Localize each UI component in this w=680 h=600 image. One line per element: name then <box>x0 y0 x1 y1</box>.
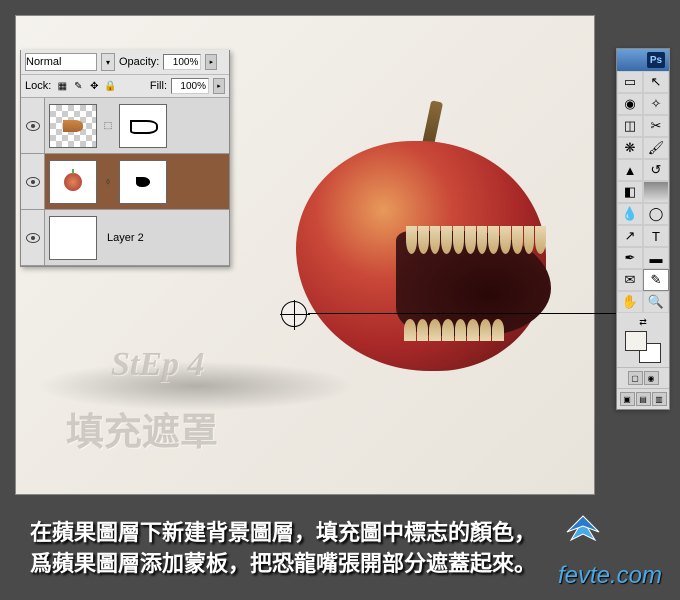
layer-thumbnail[interactable] <box>49 104 97 148</box>
layer-mask-thumbnail[interactable] <box>119 160 167 204</box>
history-brush-tool[interactable]: ↺ <box>643 159 669 181</box>
layer-row-background[interactable]: Layer 2 <box>21 210 229 266</box>
dodge-tool[interactable]: ◯ <box>643 203 669 225</box>
fill-flyout-icon[interactable]: ▸ <box>213 78 225 94</box>
opacity-flyout-icon[interactable]: ▸ <box>205 54 217 70</box>
quickmask-mode-button[interactable]: ◉ <box>644 371 659 385</box>
gradient-tool[interactable] <box>643 181 669 203</box>
layer-row-teeth[interactable]: ⬚ <box>21 98 229 154</box>
standard-mode-button[interactable]: ▢ <box>628 371 643 385</box>
foreground-color-swatch[interactable] <box>625 331 647 351</box>
lasso-tool[interactable]: ◉ <box>617 93 643 115</box>
photoshop-logo-icon: Ps <box>647 52 665 68</box>
lock-label: Lock: <box>25 80 51 92</box>
layers-list: ⬚ ⬨ Layer 2 <box>21 98 229 266</box>
marquee-tool[interactable]: ▭ <box>617 71 643 93</box>
type-tool[interactable]: T <box>643 225 669 247</box>
lock-transparency-icon[interactable]: ▦ <box>55 79 69 93</box>
slice-tool[interactable]: ✂ <box>643 115 669 137</box>
move-tool[interactable]: ↖ <box>643 71 669 93</box>
zoom-tool[interactable]: 🔍 <box>643 291 669 313</box>
eraser-tool[interactable]: ◧ <box>617 181 643 203</box>
shape-tool[interactable]: ▬ <box>643 247 669 269</box>
blend-mode-dropdown-icon[interactable]: ▾ <box>101 53 115 71</box>
tools-panel: Ps ▭ ↖ ◉ ✧ ◫ ✂ ❋ 🖌 ▲ ↺ ◧ 💧 ◯ ↗ T ✒ ▬ ✉ ✎… <box>616 48 670 410</box>
opacity-label: Opacity: <box>119 56 159 68</box>
hand-tool[interactable]: ✋ <box>617 291 643 313</box>
watermark-step: StEp 4 <box>111 346 205 384</box>
teeth-upper <box>406 226 546 254</box>
screen-mode-full[interactable]: ▥ <box>652 392 667 406</box>
opacity-input[interactable] <box>163 54 201 70</box>
mask-link-icon[interactable]: ⬨ <box>101 160 115 204</box>
fill-input[interactable] <box>171 78 209 94</box>
blur-tool[interactable]: 💧 <box>617 203 643 225</box>
healing-brush-tool[interactable]: ❋ <box>617 137 643 159</box>
lock-image-icon[interactable]: ✎ <box>71 79 85 93</box>
eyedropper-guideline <box>308 313 618 314</box>
crop-tool[interactable]: ◫ <box>617 115 643 137</box>
color-swatches[interactable] <box>625 331 661 363</box>
site-url: fevte.com <box>558 562 662 590</box>
path-selection-tool[interactable]: ↗ <box>617 225 643 247</box>
layer-thumbnail[interactable] <box>49 216 97 260</box>
mask-link-icon[interactable]: ⬚ <box>101 104 115 148</box>
visibility-toggle-icon[interactable] <box>26 121 40 131</box>
lock-position-icon[interactable]: ✥ <box>87 79 101 93</box>
eyedropper-tool[interactable]: ✎ <box>643 269 669 291</box>
visibility-toggle-icon[interactable] <box>26 177 40 187</box>
layer-thumbnail[interactable] <box>49 160 97 204</box>
layer-mask-thumbnail[interactable] <box>119 104 167 148</box>
layer-row-apple[interactable]: ⬨ <box>21 154 229 210</box>
swap-colors-icon[interactable]: ⇄ <box>639 317 647 328</box>
watermark-title: 填充遮罩 <box>66 401 218 456</box>
teeth-lower <box>404 319 504 341</box>
caption-line-1: 在蘋果圖層下新建背景圖層，填充圖中標志的顏色， <box>30 518 650 549</box>
apple-composite-image <box>276 101 566 391</box>
screen-mode-standard[interactable]: ▣ <box>620 392 635 406</box>
site-logo-icon <box>561 512 605 548</box>
magic-wand-tool[interactable]: ✧ <box>643 93 669 115</box>
notes-tool[interactable]: ✉ <box>617 269 643 291</box>
clone-stamp-tool[interactable]: ▲ <box>617 159 643 181</box>
layer-name-label[interactable]: Layer 2 <box>101 232 144 244</box>
screen-mode-full-menu[interactable]: ▤ <box>636 392 651 406</box>
lock-all-icon[interactable]: 🔒 <box>103 79 117 93</box>
blend-mode-select[interactable] <box>25 53 97 71</box>
eyedropper-crosshair[interactable] <box>281 301 307 327</box>
fill-label: Fill: <box>150 80 167 92</box>
layers-panel: ▾ Opacity: ▸ Lock: ▦ ✎ ✥ 🔒 Fill: ▸ ⬚ <box>20 50 230 267</box>
brush-tool[interactable]: 🖌 <box>643 137 669 159</box>
tools-panel-header[interactable]: Ps <box>617 49 669 71</box>
pen-tool[interactable]: ✒ <box>617 247 643 269</box>
visibility-toggle-icon[interactable] <box>26 233 40 243</box>
